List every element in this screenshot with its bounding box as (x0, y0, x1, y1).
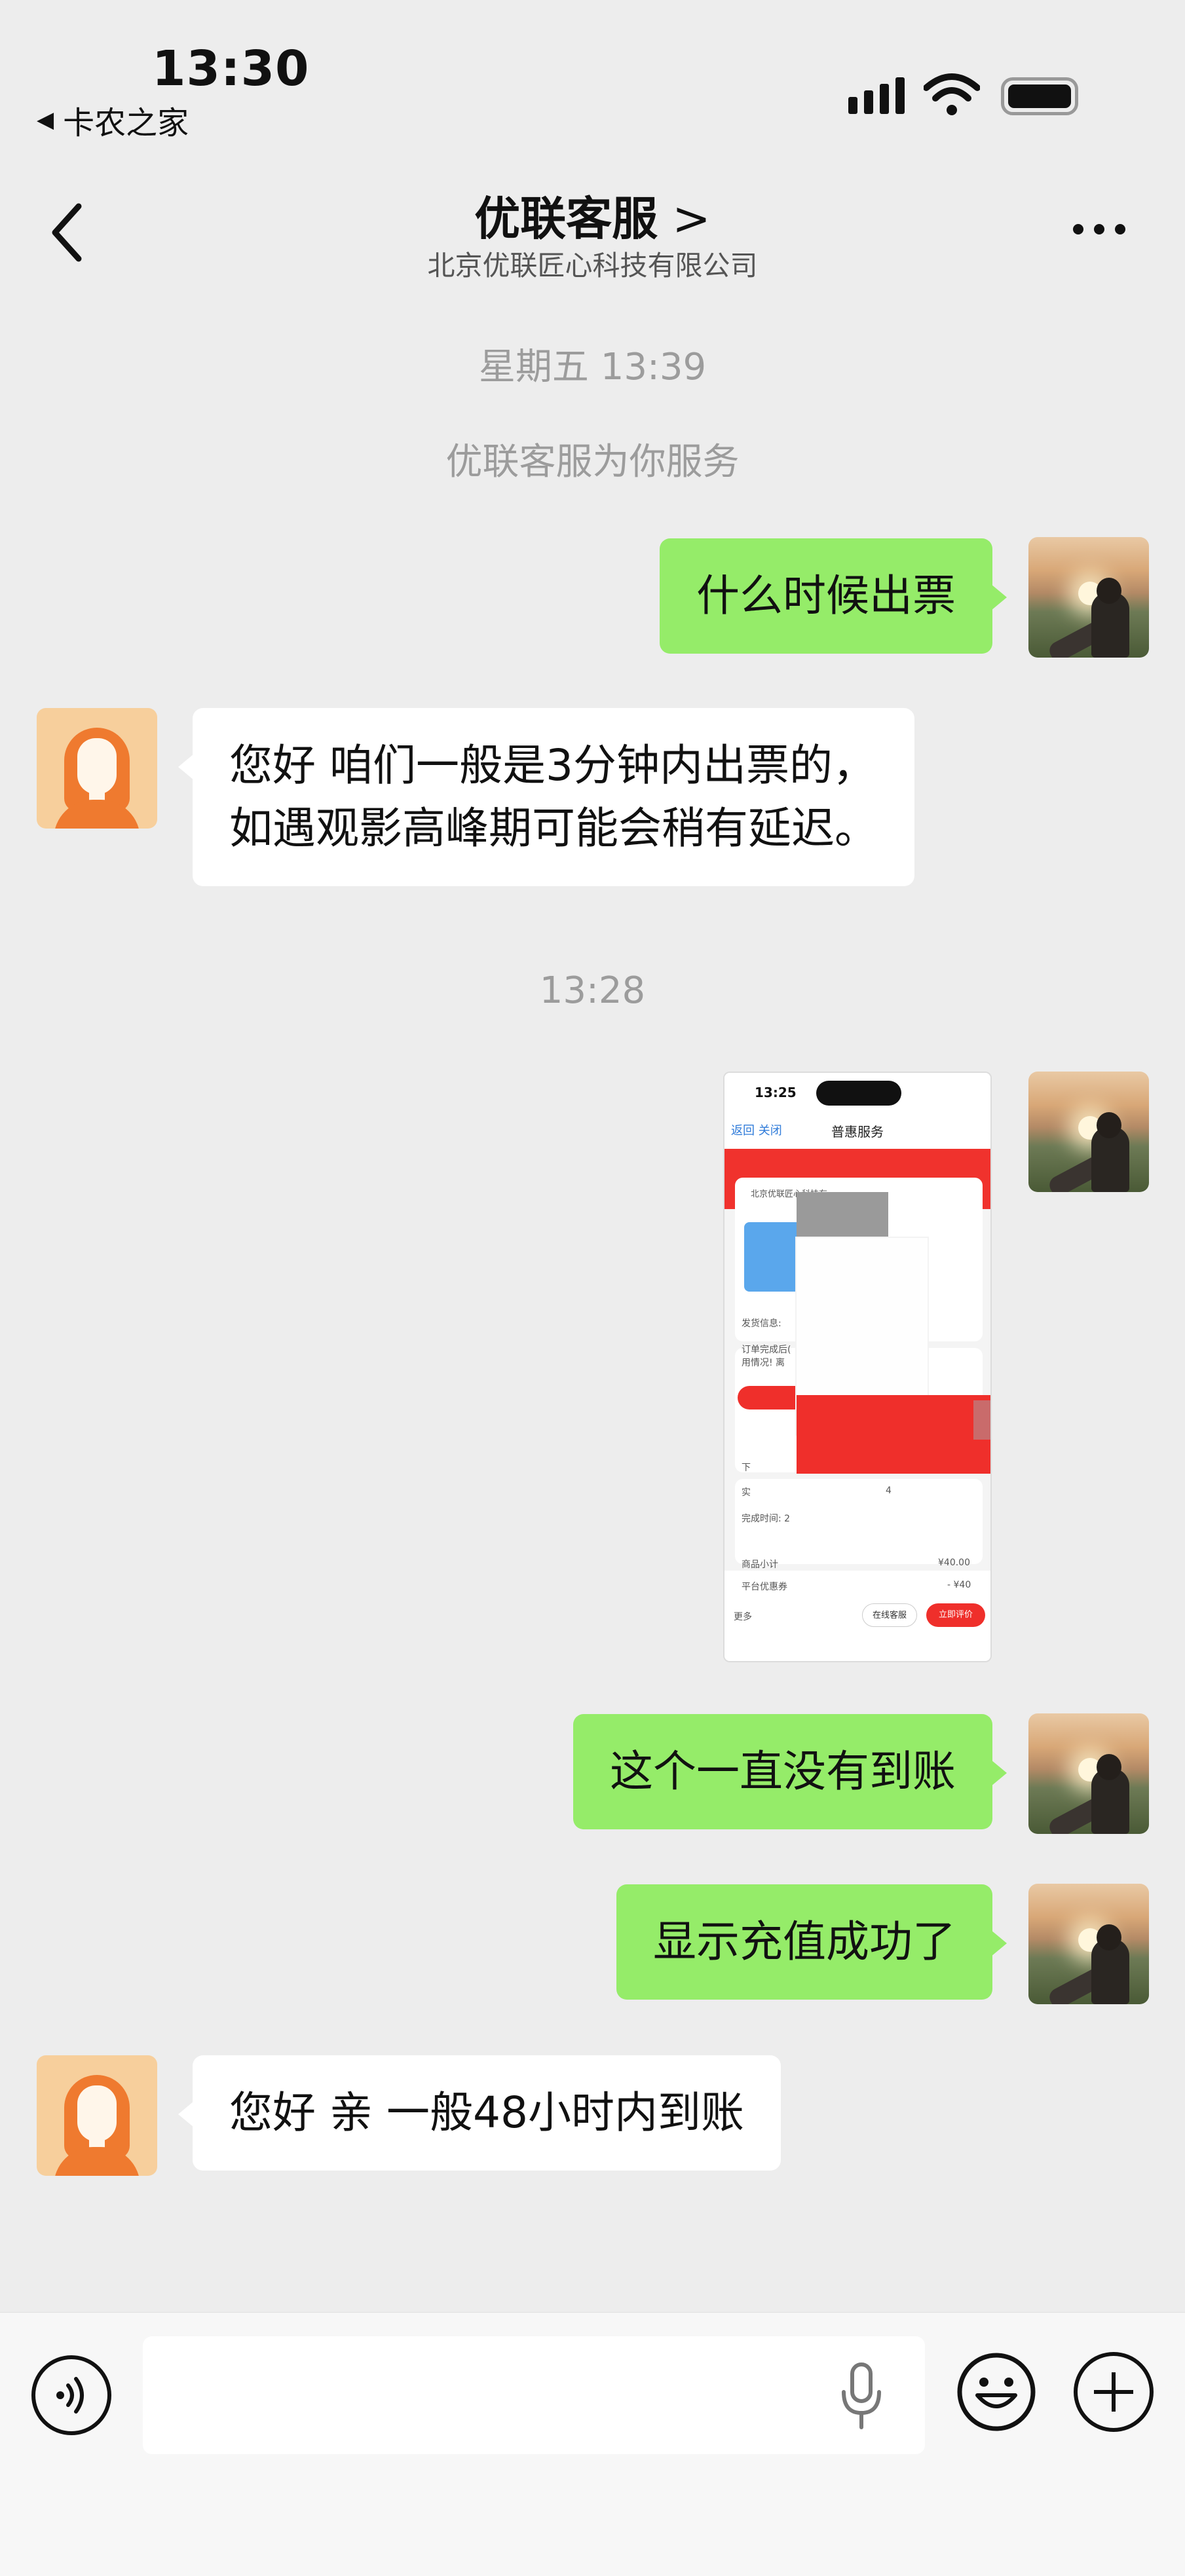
avatar[interactable] (37, 708, 157, 829)
message-bubble-received[interactable]: 您好 亲 一般48小时内到账 (178, 2055, 781, 2171)
screenshot-text: 平台优惠券 (742, 1582, 787, 1592)
status-time: 13:30 (152, 41, 310, 97)
avatar[interactable] (37, 2055, 157, 2176)
screenshot-text: 商品小计 (742, 1559, 778, 1570)
message-image[interactable]: 13:25 返回 关闭 普惠服务 北京优联匠心科技有 发货信息: 订单完成后( … (723, 1072, 992, 1662)
signal-icon (848, 77, 905, 114)
avatar[interactable] (1028, 1713, 1149, 1834)
back-triangle-icon: ◀ (37, 107, 54, 133)
system-timestamp: 13:28 (539, 969, 646, 1012)
chat-title[interactable]: 优联客服 > (0, 182, 1185, 248)
microphone-icon[interactable] (838, 2361, 884, 2433)
screenshot-button: 在线客服 (862, 1603, 917, 1627)
chevron-right-icon: > (672, 192, 711, 246)
avatar[interactable] (1028, 1884, 1149, 2004)
message-bubble-sent[interactable]: 什么时候出票 (660, 538, 1007, 654)
chat-subtitle: 北京优联匠心科技有限公司 (427, 250, 758, 282)
message-bubble-received[interactable]: 您好 咱们一般是3分钟内出票的， 如遇观影高峰期可能会稍有延迟。 (178, 708, 914, 886)
screenshot-text: 实 (742, 1487, 751, 1498)
screenshot-nav-title: 普惠服务 (831, 1124, 884, 1140)
screenshot-text: 更多 (734, 1612, 752, 1622)
screenshot-text: 用情况! 离 (742, 1358, 785, 1368)
screenshot-text: 完成时间: 2 (742, 1514, 791, 1524)
message-bubble-sent[interactable]: 显示充值成功了 (616, 1884, 1007, 2000)
screenshot-text: ¥40.00 (938, 1558, 970, 1568)
screenshot-button: 立即评价 (926, 1603, 985, 1627)
screenshot-time: 13:25 (755, 1085, 797, 1100)
avatar[interactable] (1028, 537, 1149, 658)
more-dots-icon[interactable] (1073, 224, 1125, 234)
emoji-icon[interactable] (956, 2352, 1036, 2432)
back-app-label: 卡农之家 (63, 105, 189, 141)
voice-icon[interactable] (31, 2355, 111, 2435)
screenshot-text: 发货信息: (742, 1318, 781, 1329)
plus-icon[interactable] (1074, 2352, 1154, 2432)
message-input[interactable] (143, 2336, 925, 2454)
wifi-icon (924, 73, 980, 115)
battery-icon (1001, 77, 1078, 115)
battery-cap (1001, 77, 1006, 94)
back-to-app-link[interactable]: ◀ 卡农之家 (37, 97, 189, 143)
system-notice: 优联客服为你服务 (445, 441, 740, 483)
system-timestamp: 星期五 13:39 (478, 346, 707, 388)
chat-title-text: 优联客服 (474, 192, 658, 246)
screenshot-text: - ¥40 (947, 1580, 971, 1590)
screenshot-text: 下 (742, 1463, 751, 1473)
avatar[interactable] (1028, 1072, 1149, 1192)
screenshot-text: 4 (886, 1485, 892, 1496)
message-bubble-sent[interactable]: 这个一直没有到账 (573, 1714, 1007, 1829)
screenshot-text: 订单完成后( (742, 1345, 791, 1355)
